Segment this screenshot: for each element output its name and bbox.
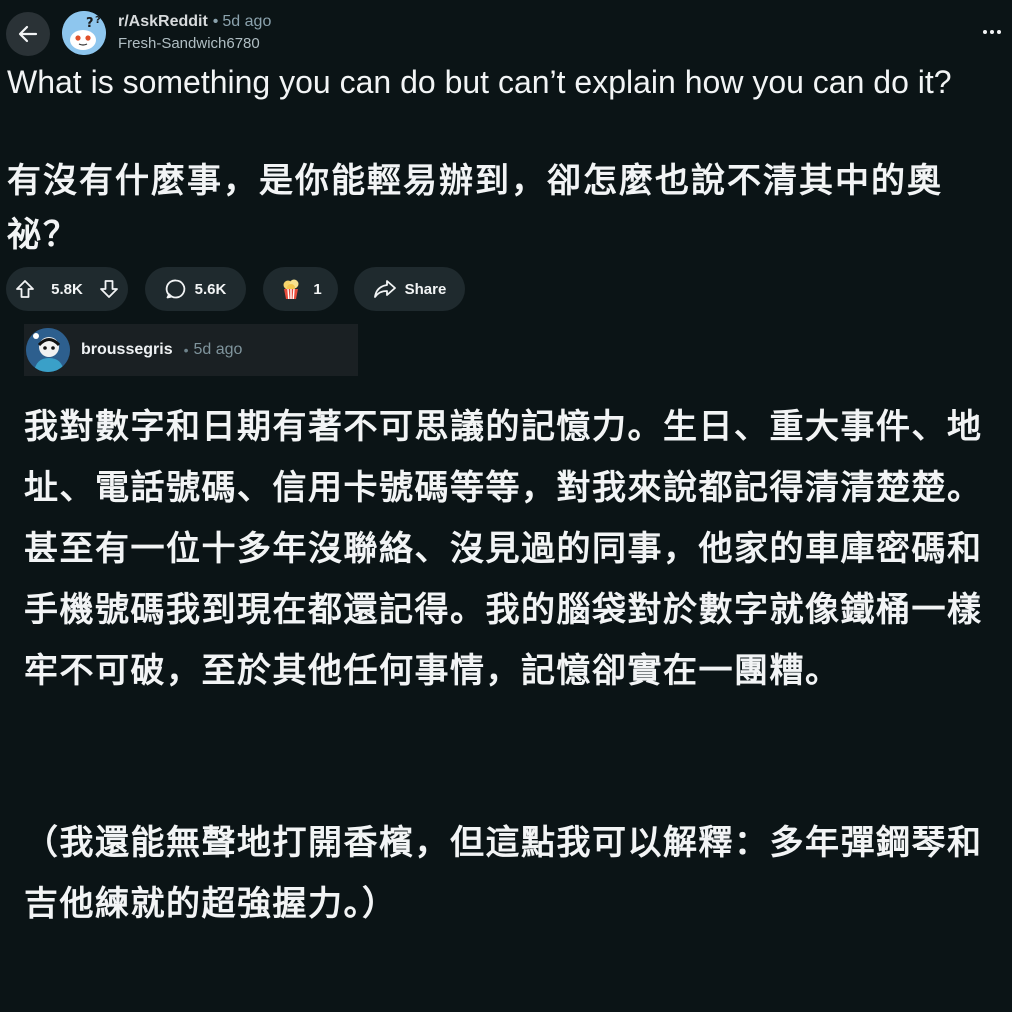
snoo-question-icon: ? ? [62,11,106,55]
post-header: ? ? r/AskReddit • 5d ago Fresh-Sandwich678… [0,0,1012,66]
upvote-count: 5.8K [51,280,83,298]
more-options-button[interactable] [980,20,1004,44]
post-title: What is something you can do but can’t e… [7,64,952,100]
comment-header: broussegris • 5d ago [24,324,358,376]
comments-button[interactable]: 5.6K [145,267,246,311]
commenter-username[interactable]: broussegris [81,341,173,359]
meta-separator: • [212,13,219,30]
commenter-avatar[interactable] [26,328,70,372]
post-title-translation: 有沒有什麼事，是你能輕易辦到，卻怎麼也說不清其中的奧祕？ [7,162,943,254]
svg-text:?: ? [86,16,94,31]
award-count: 1 [313,280,322,298]
arrow-left-icon [18,25,38,43]
post-author[interactable]: Fresh-Sandwich6780 [118,35,271,52]
comment-body-paragraph-2: （我還能無聲地打開香檳，但這點我可以解釋：多年彈鋼琴和吉他練就的超強握力。） [24,824,983,923]
back-button[interactable] [6,12,50,56]
post-meta: r/AskReddit • 5d ago Fresh-Sandwich6780 [118,12,271,52]
share-arrow-icon [373,280,396,298]
post-age: 5d ago [222,13,272,30]
comment-age: 5d ago [193,341,243,358]
award-button[interactable]: 1 [263,267,338,311]
share-button[interactable]: Share [354,267,465,311]
award-icon [283,279,299,300]
upvote-icon[interactable] [14,278,36,300]
more-horizontal-icon [983,30,987,34]
comment-bubble-icon [165,279,185,299]
vote-bar: 5.8K [6,267,128,311]
comment-meta-separator: • [183,342,189,358]
comment-body-paragraph-1: 我對數字和日期有著不可思議的記憶力。生日、重大事件、地址、電話號碼、信用卡號碼等… [24,408,983,690]
subreddit-avatar[interactable]: ? ? [62,11,106,55]
share-label: Share [404,280,447,298]
comment-count: 5.6K [194,280,227,298]
downvote-icon[interactable] [98,278,120,300]
svg-text:?: ? [95,15,101,26]
user-avatar-icon [26,328,70,372]
subreddit-name[interactable]: r/AskReddit [118,13,208,30]
post-actions: 5.8K 5.6K 1 Share [6,267,476,311]
